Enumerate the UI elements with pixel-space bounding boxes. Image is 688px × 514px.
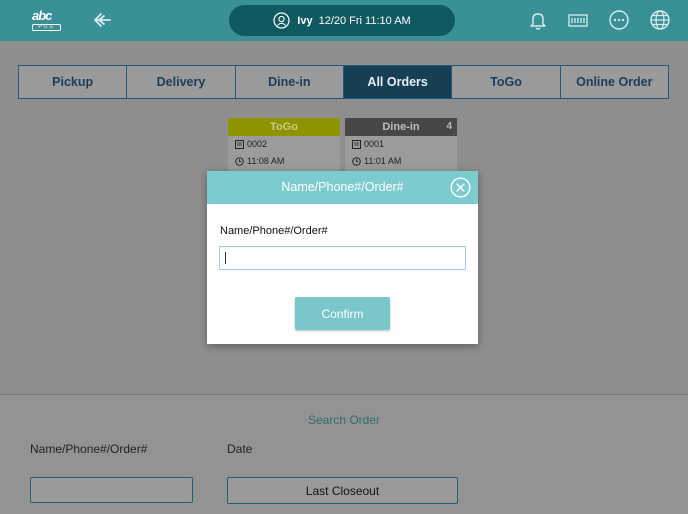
order-card[interactable]: Dine-in 4 0001 11:01 AM: [345, 118, 457, 174]
date-select[interactable]: Last Closeout: [227, 477, 458, 504]
search-panel: Search Order Name/Phone#/Order# Date Las…: [0, 394, 688, 514]
user-session-pill[interactable]: Ivy 12/20 Fri 11:10 AM: [229, 5, 455, 36]
tab-togo[interactable]: ToGo: [452, 66, 561, 98]
clock-icon: [235, 157, 244, 166]
guest-count-badge: 4: [446, 121, 452, 132]
bell-icon[interactable]: [527, 9, 549, 31]
user-icon: [273, 12, 290, 29]
confirm-button[interactable]: Confirm: [295, 297, 390, 330]
tab-delivery[interactable]: Delivery: [127, 66, 236, 98]
order-card[interactable]: ToGo 0002 11:08 AM: [228, 118, 340, 174]
order-number: 0001: [364, 139, 385, 149]
tab-pickup[interactable]: Pickup: [19, 66, 128, 98]
datetime: 12/20 Fri 11:10 AM: [318, 14, 411, 27]
text-cursor: [225, 252, 226, 264]
order-type-header: Dine-in 4: [345, 118, 457, 136]
order-number-row: 0001: [345, 136, 457, 153]
tab-dine-in[interactable]: Dine-in: [235, 66, 344, 98]
logo-subtext: POS: [32, 24, 61, 31]
order-number-row: 0002: [228, 136, 340, 153]
name-phone-order-input[interactable]: [30, 477, 193, 503]
tab-all-orders[interactable]: All Orders: [343, 66, 453, 98]
back-icon[interactable]: [92, 10, 114, 30]
close-icon[interactable]: [450, 177, 471, 198]
user-name: Ivy: [297, 14, 313, 27]
cash-drawer-icon[interactable]: [567, 9, 589, 31]
more-icon[interactable]: [608, 9, 630, 31]
dialog-title: Name/Phone#/Order#: [281, 180, 404, 194]
order-time: 11:08 AM: [247, 156, 285, 166]
order-time-row: 11:01 AM: [345, 153, 457, 170]
date-label: Date: [227, 442, 253, 456]
order-type: ToGo: [270, 121, 298, 133]
receipt-icon: [352, 140, 361, 149]
tab-online-order[interactable]: Online Order: [560, 66, 668, 98]
order-number: 0002: [247, 139, 268, 149]
receipt-icon: [235, 140, 244, 149]
logo-text: abc: [32, 8, 52, 23]
name-phone-order-label: Name/Phone#/Order#: [30, 442, 148, 456]
dialog-header: Name/Phone#/Order#: [207, 171, 478, 204]
top-bar: abc POS Ivy 12/20 Fri 11:10 AM: [0, 0, 688, 41]
app-logo: abc POS: [32, 9, 62, 31]
order-type: Dine-in: [382, 121, 420, 133]
clock-icon: [352, 157, 361, 166]
order-type-header: ToGo: [228, 118, 340, 136]
search-panel-title: Search Order: [307, 413, 381, 427]
globe-icon[interactable]: [649, 9, 671, 31]
search-dialog: Name/Phone#/Order# Name/Phone#/Order# Co…: [207, 171, 478, 344]
dialog-field-label: Name/Phone#/Order#: [220, 225, 328, 237]
order-type-tabs: Pickup Delivery Dine-in All Orders ToGo …: [18, 65, 669, 99]
order-time-row: 11:08 AM: [228, 153, 340, 170]
order-time: 11:01 AM: [364, 156, 402, 166]
dialog-search-input[interactable]: [219, 246, 466, 270]
